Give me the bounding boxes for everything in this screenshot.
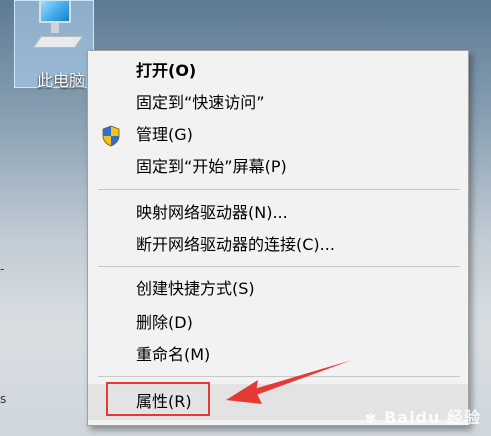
red-arrow-annotation — [226, 360, 352, 404]
watermark-suffix: 经验 — [446, 408, 481, 427]
watermark-brand: Baidu — [384, 408, 441, 427]
baidu-watermark: ✾ Baidu 经验 — [365, 404, 481, 428]
baidu-paw-icon: ✾ — [364, 411, 378, 427]
